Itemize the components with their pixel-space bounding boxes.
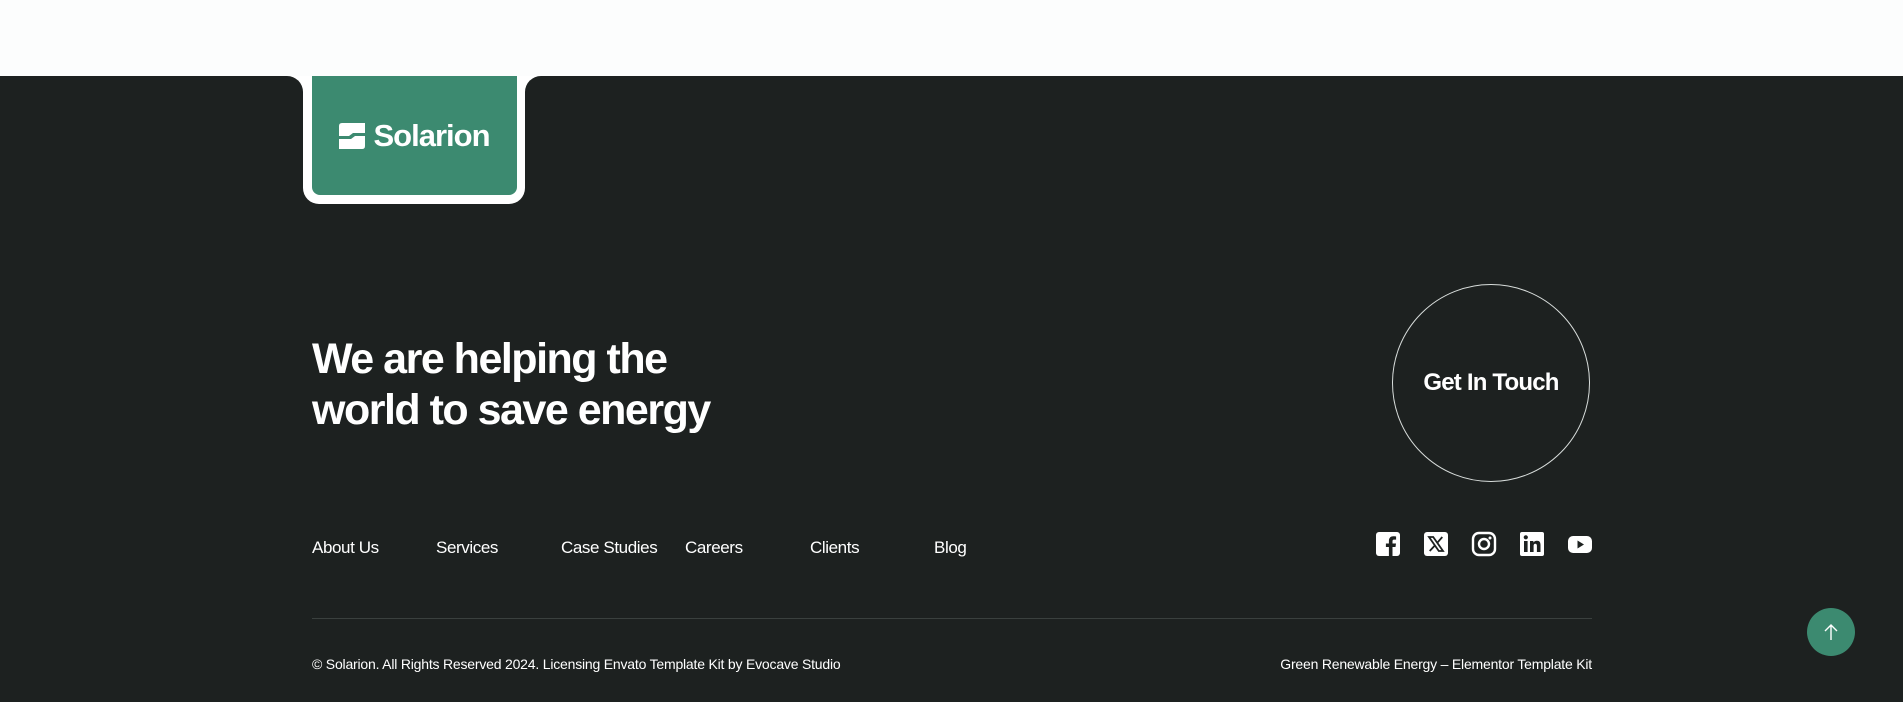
page-top-area: [0, 0, 1903, 76]
copyright-text: © Solarion. All Rights Reserved 2024. Li…: [312, 656, 841, 672]
nav-link-blog[interactable]: Blog: [934, 535, 967, 561]
youtube-icon[interactable]: [1567, 531, 1593, 557]
scroll-to-top-button[interactable]: [1807, 608, 1855, 656]
nav-link-case-studies[interactable]: Case Studies: [561, 535, 658, 561]
headline-line-2: world to save energy: [312, 386, 711, 434]
social-links: [1375, 531, 1595, 557]
get-in-touch-label: Get In Touch: [1423, 369, 1559, 396]
site-footer: Solarion We are helping the world to sav…: [0, 76, 1903, 702]
footer-divider: [312, 618, 1592, 619]
x-twitter-icon[interactable]: [1423, 531, 1449, 557]
solarion-logo-mark-icon: [339, 122, 366, 149]
footer-headline: We are helping the world to save energy: [312, 334, 912, 436]
instagram-icon[interactable]: [1471, 531, 1497, 557]
nav-link-careers[interactable]: Careers: [685, 535, 743, 561]
nav-link-clients[interactable]: Clients: [810, 535, 860, 561]
logo-wordmark: Solarion: [373, 117, 490, 153]
linkedin-icon[interactable]: [1519, 531, 1545, 557]
headline-line-1: We are helping the: [312, 335, 668, 383]
get-in-touch-button[interactable]: Get In Touch: [1392, 284, 1590, 482]
facebook-icon[interactable]: [1375, 531, 1401, 557]
footer-tagline: Green Renewable Energy – Elementor Templ…: [1280, 656, 1592, 672]
nav-link-about-us[interactable]: About Us: [312, 535, 379, 561]
footer-nav: About Us Services Case Studies Careers C…: [312, 535, 1012, 561]
arrow-up-icon: [1824, 624, 1838, 640]
footer-logo[interactable]: Solarion: [312, 76, 517, 195]
nav-link-services[interactable]: Services: [436, 535, 498, 561]
